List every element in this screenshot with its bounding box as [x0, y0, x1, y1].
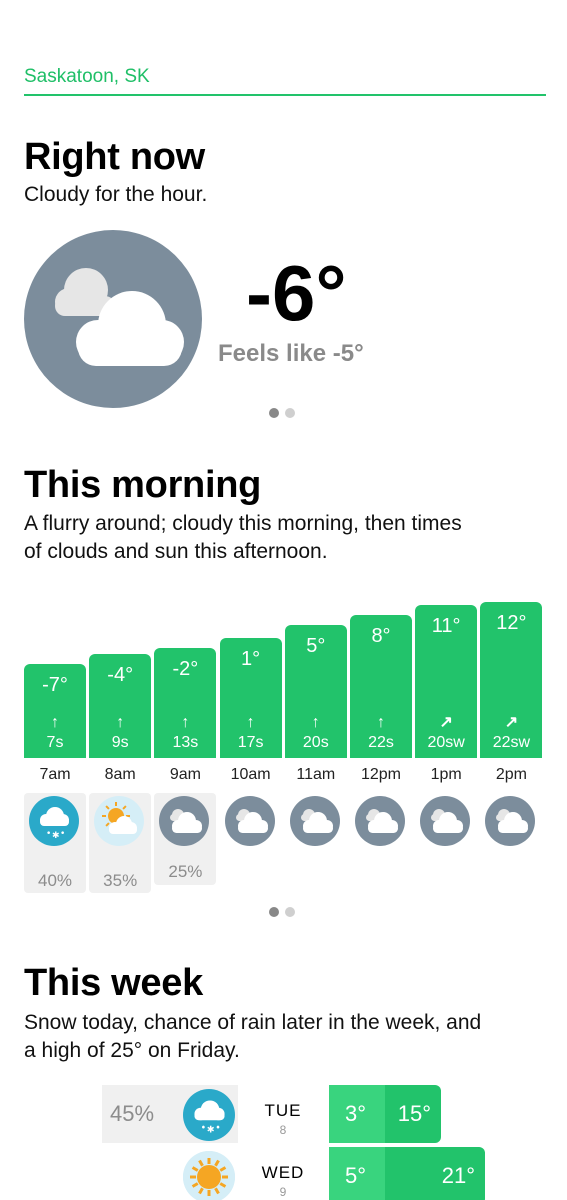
precip-chance: 25%: [168, 862, 203, 881]
hour-temp: -2°: [172, 657, 199, 680]
hour-column[interactable]: 12° ↗ 22sw 2pm: [480, 600, 543, 900]
hour-column[interactable]: -7° ↑ 7s 7am • ✱ • 40%: [24, 600, 86, 900]
right-now-title: Right now: [24, 136, 205, 178]
morning-summary-line2: of clouds and sun this afternoon.: [24, 540, 328, 563]
hour-label: 2pm: [495, 766, 527, 783]
week-summary-line2: a high of 25° on Friday.: [24, 1039, 240, 1062]
wind-speed: 9s: [111, 734, 129, 751]
location-label: Saskatoon, SK: [24, 66, 150, 87]
wind-speed: 7s: [46, 734, 64, 751]
week-title: This week: [24, 962, 203, 1004]
hour-column[interactable]: -4° ↑ 9s 8am 35%: [89, 600, 152, 900]
day-date: 8: [279, 1123, 287, 1137]
page-indicator[interactable]: [269, 907, 299, 917]
wind-speed: 22sw: [492, 734, 531, 751]
temp-bar: 5° ↑ 20s: [284, 624, 347, 758]
hour-temp: 5°: [306, 634, 326, 657]
page-dot: [285, 907, 295, 917]
hour-label: 10am: [230, 766, 271, 783]
hour-temp: -7°: [42, 674, 68, 696]
hour-label: 1pm: [430, 766, 462, 783]
hour-column[interactable]: 8° ↑ 22s 12pm: [350, 600, 412, 900]
hour-temp: 12°: [496, 612, 527, 634]
cloudy-icon: [485, 796, 536, 846]
feels-like: Feels like -5°: [218, 340, 364, 367]
wind-arrow-icon: ↑: [181, 714, 190, 731]
hourly-forecast[interactable]: -7° ↑ 7s 7am • ✱ • 40% -4° ↑ 9s 8am 35% -2°…: [24, 600, 544, 900]
temp-bar: 1° ↑ 17s: [219, 637, 282, 758]
day-date: 9: [279, 1185, 287, 1199]
svg-text:•: •: [60, 829, 65, 839]
wind-arrow-icon: ↑: [246, 714, 255, 731]
temp-bar: -7° ↑ 7s: [24, 664, 86, 758]
hour-temp: 1°: [241, 647, 261, 670]
temp-bar: 11° ↗ 20sw: [415, 605, 478, 758]
high-temp: 21°: [385, 1147, 485, 1200]
wind-arrow-icon: ↑: [311, 714, 320, 731]
svg-text:✱: ✱: [207, 1125, 215, 1136]
partly-sunny-icon: [94, 796, 145, 846]
hour-label: 12pm: [360, 766, 402, 783]
hour-label: 9am: [169, 766, 201, 783]
page-dot-active: [269, 907, 279, 917]
temp-bar: -2° ↑ 13s: [154, 647, 217, 758]
week-summary-line1: Snow today, chance of rain later in the …: [24, 1011, 482, 1034]
day-row[interactable]: WED 9 5° 21°: [0, 1147, 567, 1200]
hour-column[interactable]: -2° ↑ 13s 9am 25%: [154, 600, 217, 900]
day-row[interactable]: 45% • ✱ • TUE 8 3° 15°: [0, 1085, 567, 1145]
cloudy-icon: [289, 796, 340, 846]
hour-temp: 8°: [371, 625, 391, 648]
wind-speed: 13s: [172, 734, 199, 751]
page-indicator[interactable]: [269, 408, 299, 418]
cloudy-icon: [224, 796, 275, 846]
precip-chance: 45%: [110, 1101, 155, 1126]
page-dot: [285, 408, 295, 418]
low-temp: 5°: [329, 1147, 387, 1200]
hour-column[interactable]: 11° ↗ 20sw 1pm: [415, 600, 478, 900]
wind-arrow-icon: ↗: [439, 714, 453, 731]
hour-label: 11am: [296, 766, 336, 783]
temp-bar: 12° ↗ 22sw: [480, 602, 543, 758]
cloudy-icon: [355, 796, 405, 846]
svg-text:✱: ✱: [52, 831, 60, 841]
wind-arrow-icon: ↑: [51, 714, 59, 731]
wind-speed: 20s: [302, 734, 329, 751]
temp-bar: 8° ↑ 22s: [350, 615, 412, 758]
page-dot-active: [269, 408, 279, 418]
morning-summary-line1: A flurry around; cloudy this morning, th…: [24, 512, 462, 535]
precip-chance: 40%: [37, 871, 73, 890]
wind-arrow-icon: ↗: [504, 714, 519, 731]
day-name: WED: [261, 1163, 305, 1182]
location-header[interactable]: Saskatoon, SK: [24, 62, 546, 96]
wind-speed: 20sw: [427, 734, 465, 751]
snow-cloud-icon: • ✱ •: [183, 1089, 235, 1141]
hour-column[interactable]: 1° ↑ 17s 10am: [219, 600, 282, 900]
cloudy-icon: [420, 796, 471, 846]
cloudy-icon: [24, 230, 202, 408]
hour-label: 7am: [39, 766, 71, 783]
morning-title: This morning: [24, 464, 262, 506]
high-temp: 15°: [385, 1085, 441, 1143]
wind-speed: 22s: [368, 734, 394, 751]
day-name: TUE: [264, 1101, 302, 1120]
right-now-summary: Cloudy for the hour.: [24, 183, 208, 206]
current-temperature: -6°: [246, 249, 347, 337]
snow-cloud-icon: • ✱ •: [29, 796, 79, 846]
hour-column[interactable]: 5° ↑ 20s 11am: [284, 600, 347, 900]
hour-label: 8am: [104, 766, 136, 783]
wind-speed: 17s: [237, 734, 264, 751]
wind-arrow-icon: ↑: [377, 714, 385, 731]
temp-bar: -4° ↑ 9s: [89, 654, 152, 758]
svg-text:•: •: [46, 829, 51, 839]
wind-arrow-icon: ↑: [116, 714, 125, 731]
hour-temp: -4°: [107, 664, 134, 687]
sun-icon: [183, 1151, 235, 1200]
svg-text:•: •: [215, 1123, 221, 1134]
precip-chance: 35%: [103, 871, 138, 890]
svg-text:•: •: [201, 1123, 207, 1134]
low-temp: 3°: [329, 1085, 387, 1143]
hour-temp: 11°: [431, 615, 461, 638]
